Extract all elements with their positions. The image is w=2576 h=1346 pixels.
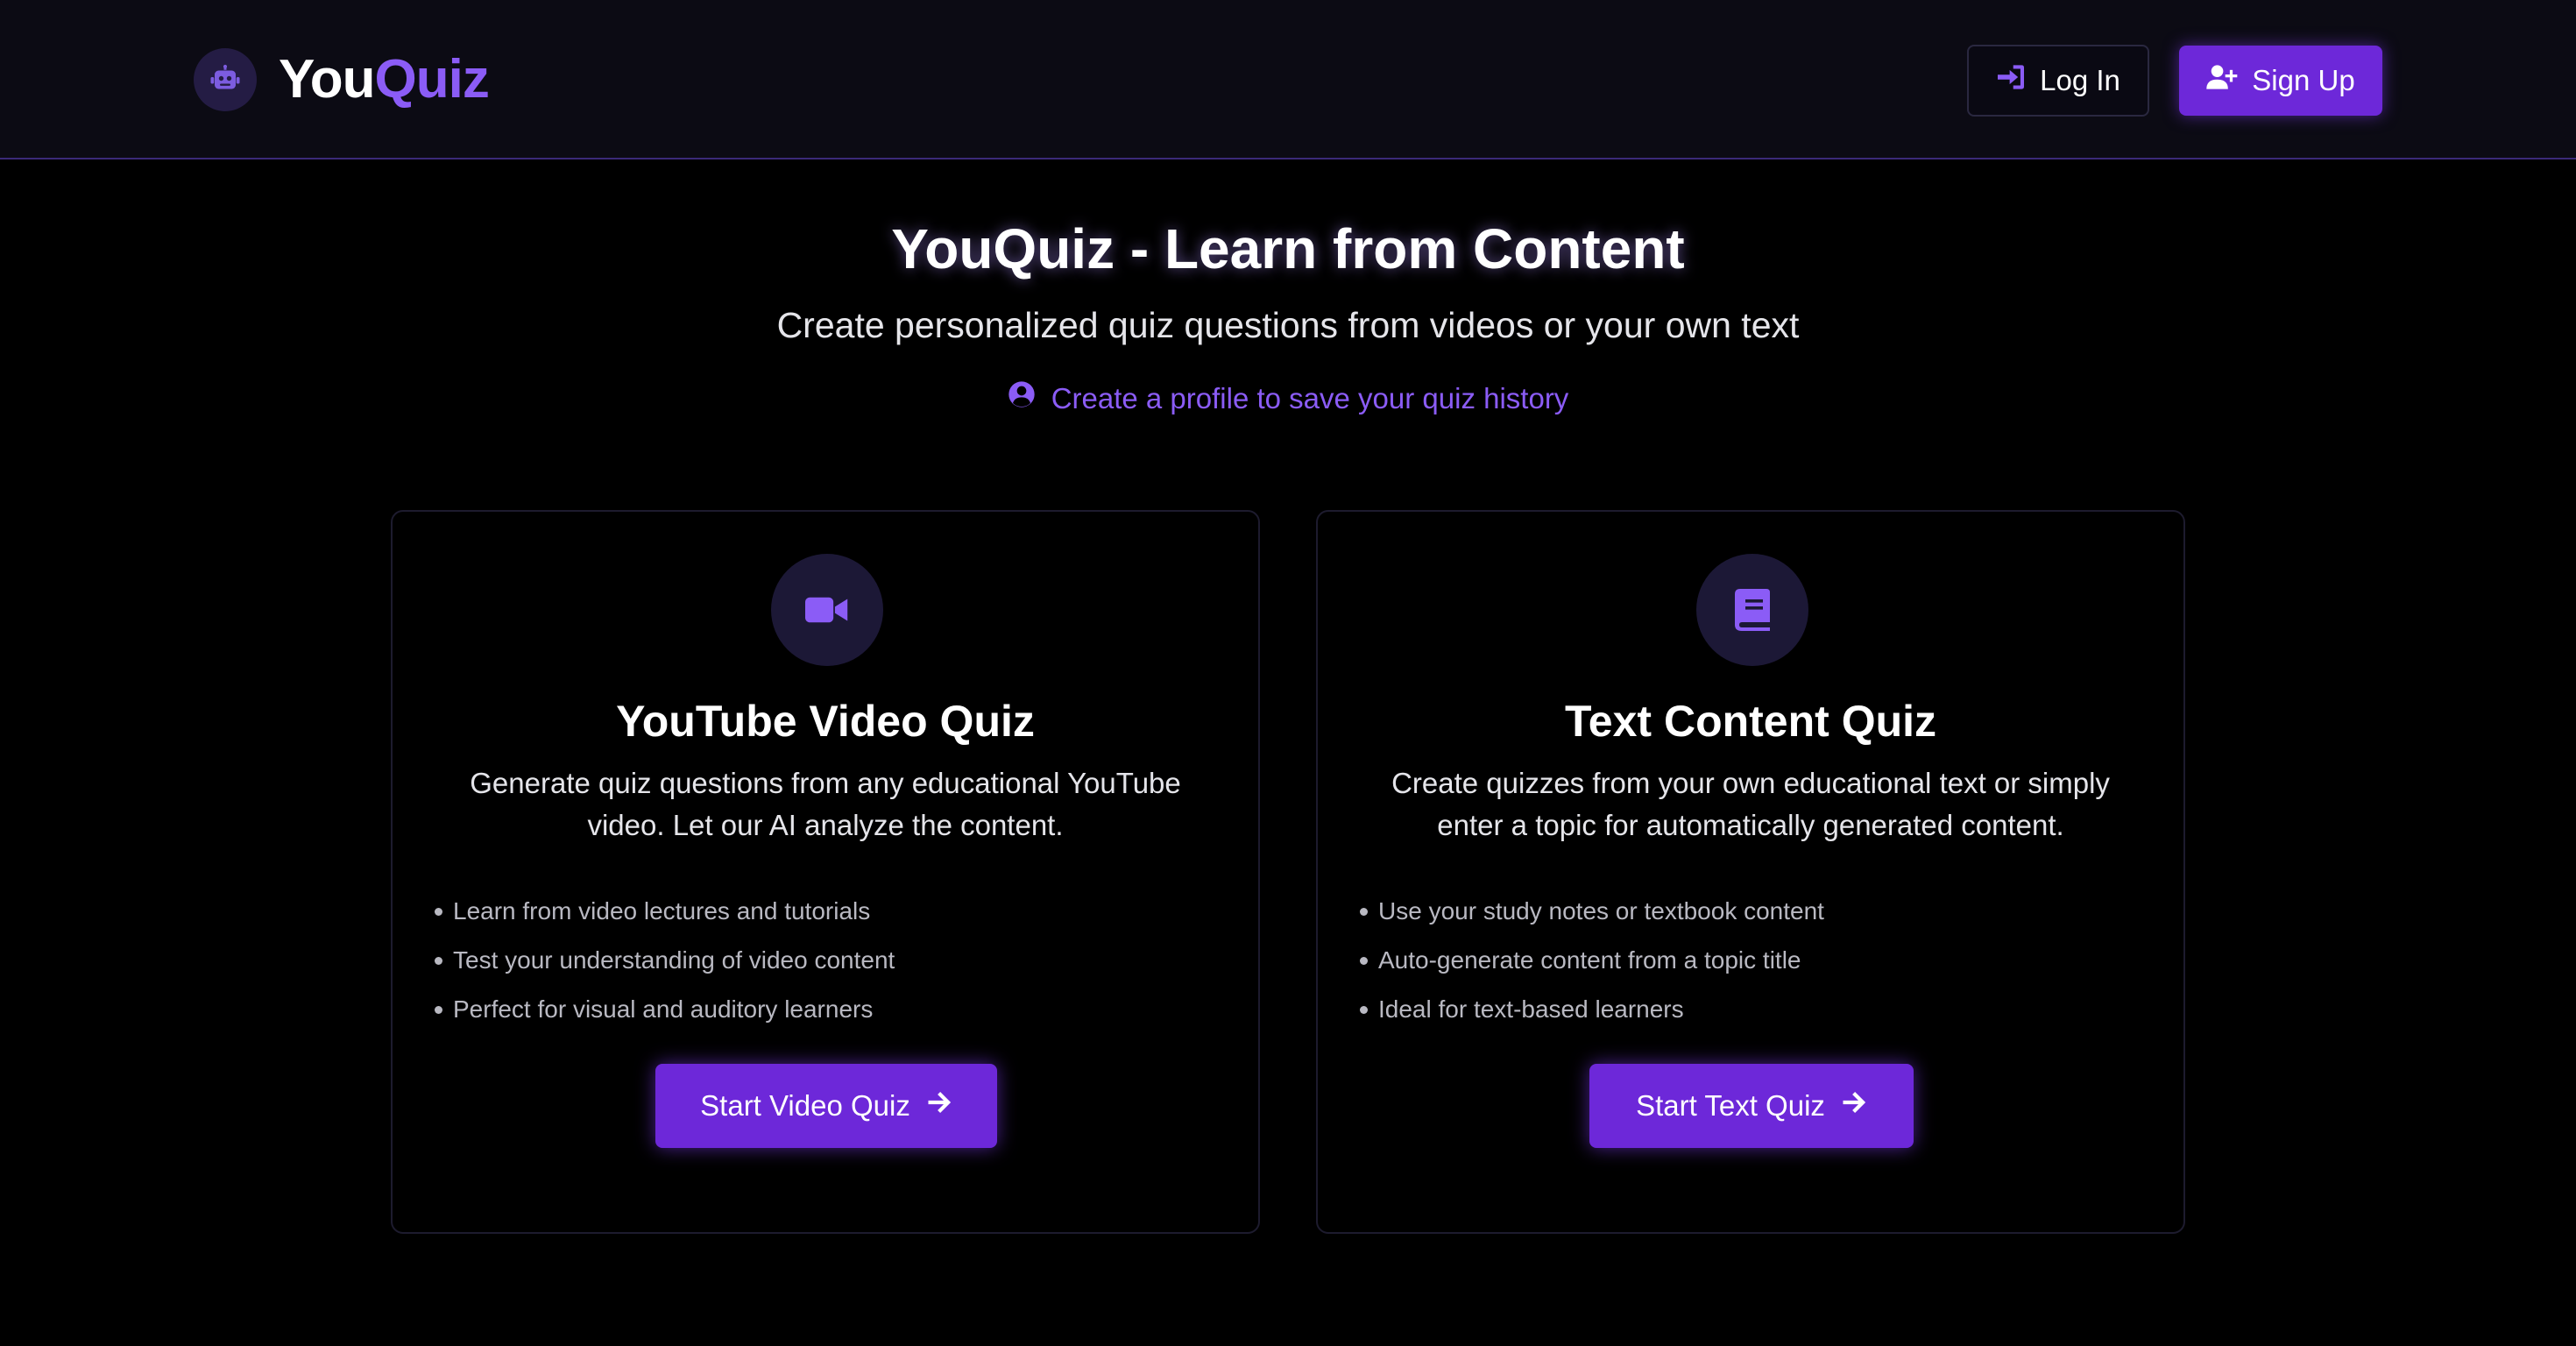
bullet-icon — [435, 1005, 442, 1014]
start-text-quiz-label: Start Text Quiz — [1636, 1089, 1825, 1122]
video-quiz-title: YouTube Video Quiz — [616, 697, 1035, 746]
text-quiz-card: Text Content Quiz Create quizzes from yo… — [1316, 510, 2185, 1234]
brand-name-you: You — [279, 49, 375, 110]
robot-icon — [194, 48, 257, 111]
top-navbar: YouQuiz Log In Sign Up — [0, 0, 2576, 159]
video-camera-icon — [771, 554, 883, 666]
list-item-text: Auto-generate content from a topic title — [1378, 946, 1801, 974]
list-item: Perfect for visual and auditory learners — [435, 985, 895, 1034]
start-video-quiz-button[interactable]: Start Video Quiz — [655, 1064, 997, 1148]
create-profile-link[interactable]: Create a profile to save your quiz histo… — [0, 377, 2576, 421]
list-item-text: Use your study notes or textbook content — [1378, 897, 1824, 924]
user-plus-icon — [2206, 64, 2238, 97]
user-circle-icon — [1008, 377, 1036, 421]
text-quiz-title: Text Content Quiz — [1564, 697, 1937, 746]
list-item: Use your study notes or textbook content — [1360, 887, 1824, 936]
bullet-icon — [435, 907, 442, 916]
bullet-icon — [1360, 1005, 1368, 1014]
page-subtitle: Create personalized quiz questions from … — [776, 305, 1800, 345]
signup-button-label: Sign Up — [2252, 64, 2355, 96]
login-button-label: Log In — [2040, 64, 2120, 96]
bullet-icon — [1360, 956, 1368, 965]
video-quiz-feature-list: Learn from video lectures and tutorials … — [435, 887, 895, 1034]
text-quiz-feature-list: Use your study notes or textbook content… — [1360, 887, 1824, 1034]
create-profile-link-label: Create a profile to save your quiz histo… — [1051, 382, 1569, 414]
book-icon — [1696, 554, 1808, 666]
list-item-text: Learn from video lectures and tutorials — [453, 897, 871, 924]
start-text-quiz-button[interactable]: Start Text Quiz — [1589, 1064, 1914, 1148]
brand-logo[interactable]: YouQuiz — [194, 47, 490, 112]
list-item: Auto-generate content from a topic title — [1360, 936, 1824, 985]
brand-name-quiz: Quiz — [374, 49, 490, 110]
bullet-icon — [435, 956, 442, 965]
list-item: Test your understanding of video content — [435, 936, 895, 985]
list-item-text: Ideal for text-based learners — [1378, 995, 1684, 1023]
list-item: Learn from video lectures and tutorials — [435, 887, 895, 936]
login-button[interactable]: Log In — [1967, 45, 2149, 117]
page-title: YouQuiz - Learn from Content — [891, 217, 1685, 280]
start-video-quiz-label: Start Video Quiz — [700, 1089, 910, 1122]
arrow-right-icon — [926, 1089, 952, 1123]
list-item: Ideal for text-based learners — [1360, 985, 1824, 1034]
brand-name: YouQuiz — [279, 53, 490, 107]
arrow-right-icon — [1841, 1089, 1867, 1123]
text-quiz-description: Create quizzes from your own educational… — [1391, 767, 2110, 841]
video-quiz-description: Generate quiz questions from any educati… — [470, 767, 1181, 841]
video-quiz-card: YouTube Video Quiz Generate quiz questio… — [391, 510, 1260, 1234]
signup-button[interactable]: Sign Up — [2179, 46, 2382, 116]
bullet-icon — [1360, 907, 1368, 916]
sign-in-icon — [1996, 64, 2026, 97]
list-item-text: Test your understanding of video content — [453, 946, 895, 974]
list-item-text: Perfect for visual and auditory learners — [453, 995, 874, 1023]
